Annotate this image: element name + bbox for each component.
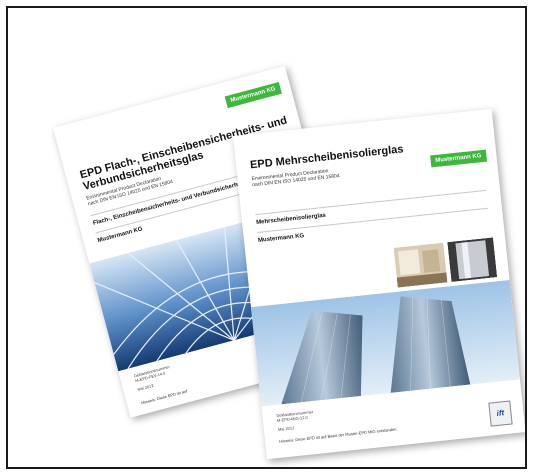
declaration-meta: Deklarationsnummer M-EPD-FEV-14.0 Mai 20… (133, 364, 171, 392)
skyscraper-photo (250, 279, 521, 407)
image-frame: Mustermann KG EPD Flach-, Einscheibensic… (6, 6, 527, 469)
brand-badge: Mustermann KG (429, 149, 488, 168)
ift-logo: ift (488, 400, 513, 427)
document-title: EPD Mehrscheibenisolierglas (249, 143, 405, 172)
glass-panel-photo (447, 237, 498, 282)
company-name: Mustermann KG (257, 233, 305, 244)
company-name: Mustermann KG (97, 226, 144, 245)
brand-badge: Mustermann KG (224, 81, 282, 109)
brochure-front: Mustermann KG EPD Mehrscheibenisoliergla… (233, 108, 525, 460)
declaration-meta: Deklarationsnummer M-EPD-MIG-12.0 Mai 20… (276, 409, 314, 432)
note-text: Hinweis: Diese EPD ist auf (140, 388, 188, 406)
interior-photo (393, 242, 448, 288)
product-name: Mehrscheibenisolierglas (255, 212, 327, 227)
